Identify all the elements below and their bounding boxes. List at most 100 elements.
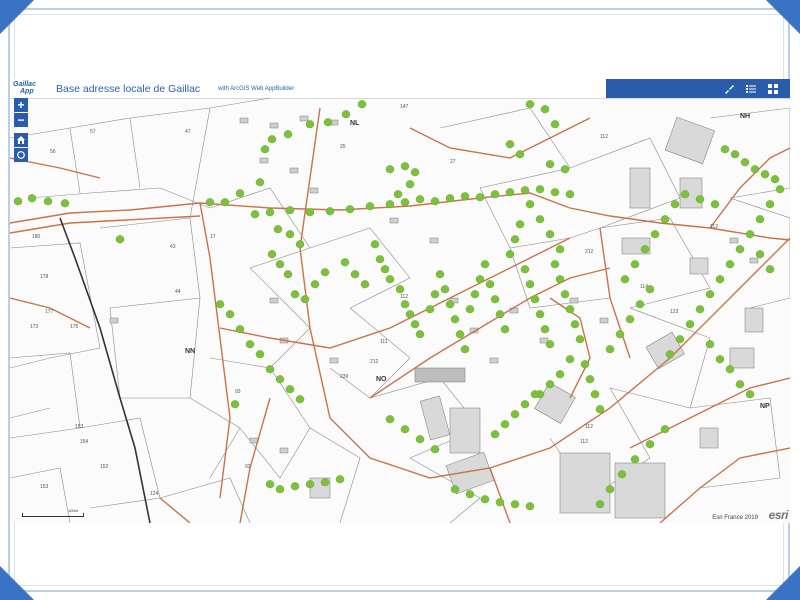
address-marker[interactable] xyxy=(505,140,515,149)
address-marker[interactable] xyxy=(525,200,535,209)
address-marker[interactable] xyxy=(245,340,255,349)
address-marker[interactable] xyxy=(235,189,245,198)
address-marker[interactable] xyxy=(265,480,275,489)
address-marker[interactable] xyxy=(275,260,285,269)
address-marker[interactable] xyxy=(400,425,410,434)
address-marker[interactable] xyxy=(495,310,505,319)
address-marker[interactable] xyxy=(400,300,410,309)
address-marker[interactable] xyxy=(385,275,395,284)
address-marker[interactable] xyxy=(510,500,520,509)
address-marker[interactable] xyxy=(505,188,515,197)
address-marker[interactable] xyxy=(490,190,500,199)
address-marker[interactable] xyxy=(455,330,465,339)
address-marker[interactable] xyxy=(60,199,70,208)
address-marker[interactable] xyxy=(325,207,335,216)
address-marker[interactable] xyxy=(620,275,630,284)
address-marker[interactable] xyxy=(375,255,385,264)
address-marker[interactable] xyxy=(323,118,333,127)
address-marker[interactable] xyxy=(430,290,440,299)
address-marker[interactable] xyxy=(750,165,760,174)
address-marker[interactable] xyxy=(500,420,510,429)
address-marker[interactable] xyxy=(380,265,390,274)
basemap-tool-button[interactable] xyxy=(766,82,780,96)
address-marker[interactable] xyxy=(435,270,445,279)
address-marker[interactable] xyxy=(725,260,735,269)
address-marker[interactable] xyxy=(775,185,785,194)
address-marker[interactable] xyxy=(555,370,565,379)
address-marker[interactable] xyxy=(365,202,375,211)
address-marker[interactable] xyxy=(755,215,765,224)
address-marker[interactable] xyxy=(535,215,545,224)
address-marker[interactable] xyxy=(660,215,670,224)
address-marker[interactable] xyxy=(273,225,283,234)
address-marker[interactable] xyxy=(415,330,425,339)
address-marker[interactable] xyxy=(685,320,695,329)
address-marker[interactable] xyxy=(550,120,560,129)
address-marker[interactable] xyxy=(720,145,730,154)
address-marker[interactable] xyxy=(585,375,595,384)
address-marker[interactable] xyxy=(340,258,350,267)
address-marker[interactable] xyxy=(385,415,395,424)
address-marker[interactable] xyxy=(405,180,415,189)
address-marker[interactable] xyxy=(595,405,605,414)
address-marker[interactable] xyxy=(341,110,351,119)
address-marker[interactable] xyxy=(545,230,555,239)
address-marker[interactable] xyxy=(320,268,330,277)
address-marker[interactable] xyxy=(460,192,470,201)
address-marker[interactable] xyxy=(235,325,245,334)
address-marker[interactable] xyxy=(220,198,230,207)
address-marker[interactable] xyxy=(345,205,355,214)
address-marker[interactable] xyxy=(650,230,660,239)
address-marker[interactable] xyxy=(515,220,525,229)
address-marker[interactable] xyxy=(300,295,310,304)
address-marker[interactable] xyxy=(265,208,275,217)
address-marker[interactable] xyxy=(465,305,475,314)
address-marker[interactable] xyxy=(283,270,293,279)
address-marker[interactable] xyxy=(250,210,260,219)
address-marker[interactable] xyxy=(265,365,275,374)
address-marker[interactable] xyxy=(285,385,295,394)
address-marker[interactable] xyxy=(535,185,545,194)
address-marker[interactable] xyxy=(540,105,550,114)
address-marker[interactable] xyxy=(645,440,655,449)
zoom-in-button[interactable]: + xyxy=(14,98,28,112)
address-marker[interactable] xyxy=(400,198,410,207)
app-logo[interactable]: Gaillac App xyxy=(12,80,48,97)
address-marker[interactable] xyxy=(770,175,780,184)
address-marker[interactable] xyxy=(350,270,360,279)
address-marker[interactable] xyxy=(705,340,715,349)
address-marker[interactable] xyxy=(555,245,565,254)
address-marker[interactable] xyxy=(275,485,285,494)
address-marker[interactable] xyxy=(267,135,277,144)
address-marker[interactable] xyxy=(370,240,380,249)
address-marker[interactable] xyxy=(565,305,575,314)
esri-logo[interactable]: esri xyxy=(769,508,789,522)
map-attribution[interactable]: Esri France 2019 xyxy=(712,515,758,521)
address-marker[interactable] xyxy=(565,190,575,199)
address-marker[interactable] xyxy=(395,285,405,294)
address-marker[interactable] xyxy=(410,168,420,177)
address-marker[interactable] xyxy=(590,390,600,399)
address-marker[interactable] xyxy=(535,310,545,319)
address-marker[interactable] xyxy=(290,290,300,299)
address-marker[interactable] xyxy=(520,400,530,409)
address-marker[interactable] xyxy=(550,260,560,269)
address-marker[interactable] xyxy=(450,315,460,324)
address-marker[interactable] xyxy=(415,435,425,444)
address-marker[interactable] xyxy=(710,200,720,209)
address-marker[interactable] xyxy=(760,170,770,179)
address-marker[interactable] xyxy=(335,475,345,484)
zoom-out-button[interactable]: − xyxy=(14,113,28,127)
address-marker[interactable] xyxy=(115,235,125,244)
address-marker[interactable] xyxy=(560,165,570,174)
address-marker[interactable] xyxy=(525,502,535,511)
map-basemap[interactable]: 56 57 47 180 178 177 173 175 153 154 152… xyxy=(10,98,790,523)
address-marker[interactable] xyxy=(445,194,455,203)
address-marker[interactable] xyxy=(290,482,300,491)
address-marker[interactable] xyxy=(625,315,635,324)
address-marker[interactable] xyxy=(630,455,640,464)
address-marker[interactable] xyxy=(285,206,295,215)
address-marker[interactable] xyxy=(560,290,570,299)
address-marker[interactable] xyxy=(357,100,367,109)
address-marker[interactable] xyxy=(430,197,440,206)
